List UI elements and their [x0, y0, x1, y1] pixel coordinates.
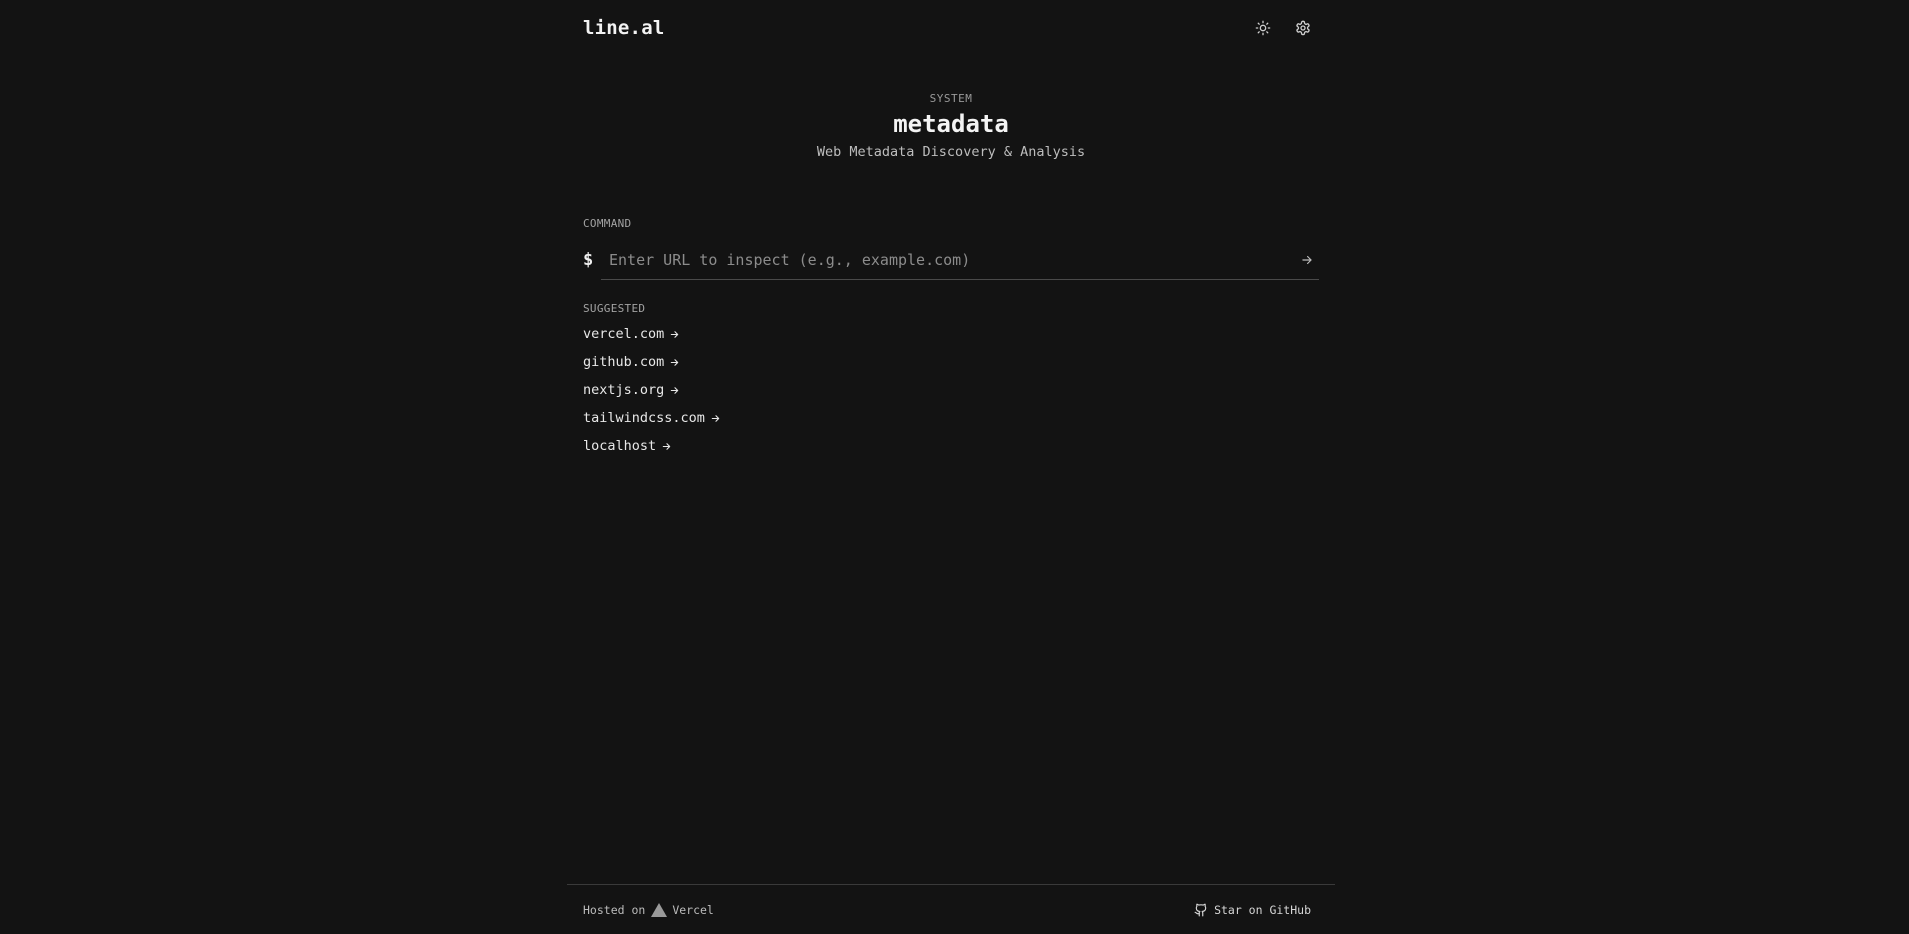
suggestion-label: github.com [583, 354, 665, 370]
suggestion-item[interactable]: localhost [583, 432, 721, 460]
arrow-right-icon [662, 442, 671, 450]
theme-toggle-button[interactable] [1251, 16, 1275, 40]
gear-icon [1296, 20, 1310, 36]
submit-button[interactable] [1295, 248, 1319, 272]
command-row: $ [583, 240, 1319, 280]
suggestion-item[interactable]: nextjs.org [583, 376, 721, 404]
github-icon [1194, 903, 1207, 916]
page-container: line.al SYSTEM metadata Web Metadata Dis… [567, 0, 1335, 934]
page-title: metadata [893, 110, 1009, 138]
suggestion-label: nextjs.org [583, 382, 665, 398]
vercel-triangle-icon [651, 902, 668, 917]
arrow-right-icon [671, 330, 679, 338]
suggestion-item[interactable]: tailwindcss.com [583, 404, 721, 432]
vercel-label: Vercel [672, 902, 714, 917]
arrow-right-icon [671, 386, 679, 394]
header-actions [1251, 16, 1315, 40]
hero-eyebrow: SYSTEM [929, 92, 973, 105]
url-input[interactable] [601, 250, 1295, 269]
prompt-symbol: $ [583, 250, 594, 270]
suggestion-label: localhost [583, 438, 657, 454]
hero: SYSTEM metadata Web Metadata Discovery &… [567, 92, 1335, 160]
footer: Hosted on Vercel Star on GitHub [567, 884, 1335, 934]
arrow-right-icon [1302, 255, 1312, 264]
suggestion-list: vercel.com github.com nextjs.org tailwin… [583, 320, 721, 460]
top-bar: line.al [583, 14, 1319, 42]
hosted-prefix: Hosted on [583, 902, 646, 917]
settings-button[interactable] [1291, 16, 1315, 40]
url-input-wrapper [601, 240, 1319, 280]
suggested-label: SUGGESTED [583, 302, 646, 315]
vercel-link[interactable]: Vercel [651, 902, 714, 917]
command-label: COMMAND [583, 217, 632, 230]
suggestion-label: tailwindcss.com [583, 410, 705, 426]
page-subtitle: Web Metadata Discovery & Analysis [816, 144, 1086, 160]
hosted-on: Hosted on Vercel [583, 902, 714, 917]
arrow-right-icon [711, 414, 720, 422]
arrow-right-icon [671, 358, 679, 366]
command-section: COMMAND $ [583, 217, 1319, 280]
suggestion-item[interactable]: github.com [583, 348, 721, 376]
suggestion-item[interactable]: vercel.com [583, 320, 721, 348]
star-on-github-link[interactable]: Star on GitHub [1194, 903, 1311, 917]
sun-icon [1255, 20, 1271, 36]
site-logo[interactable]: line.al [583, 17, 664, 39]
suggested-section: SUGGESTED vercel.com github.com nextjs.o… [583, 302, 721, 460]
star-label: Star on GitHub [1214, 902, 1311, 917]
suggestion-label: vercel.com [583, 326, 665, 342]
